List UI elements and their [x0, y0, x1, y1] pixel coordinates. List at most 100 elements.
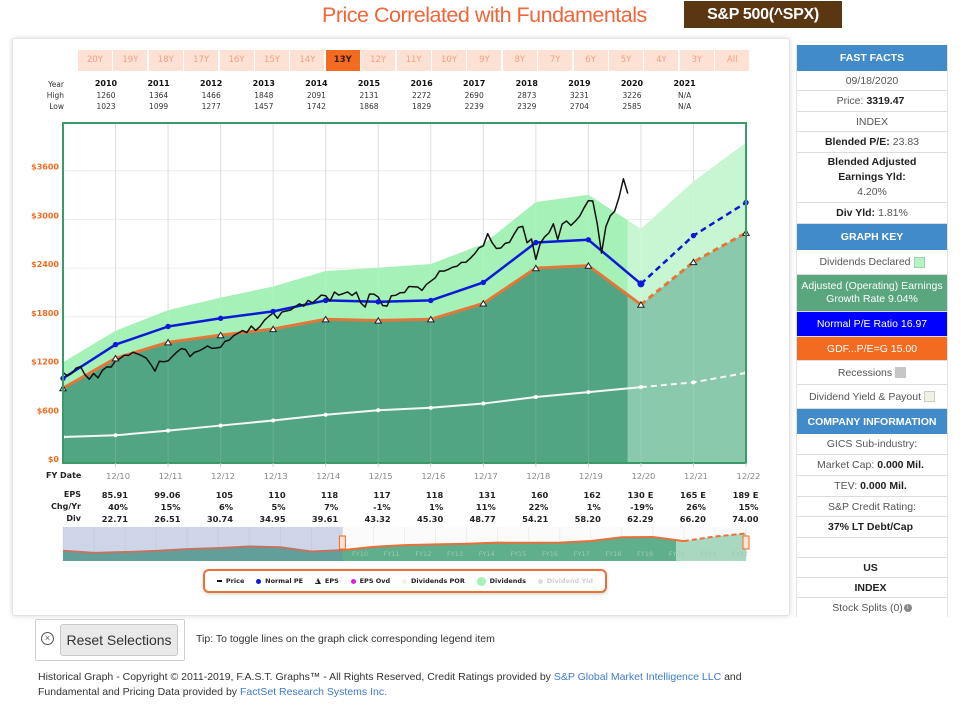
range-tab-4y[interactable]: 4Y: [644, 50, 679, 71]
stock-splits-row[interactable]: Stock Splits (0) i: [797, 598, 947, 617]
type-row: INDEX: [797, 578, 947, 598]
range-tab-13y[interactable]: 13Y: [325, 50, 360, 71]
graph-key-recessions[interactable]: Recessions: [797, 361, 947, 385]
range-tab-7y[interactable]: 7Y: [538, 50, 573, 71]
reset-selections-button[interactable]: Reset Selections: [60, 624, 178, 656]
graph-key-header: GRAPH KEY: [797, 224, 947, 250]
fy-date-cell: 12/12: [211, 471, 236, 481]
normal-pe-point[interactable]: [322, 297, 329, 304]
normal-pe-point[interactable]: [217, 315, 224, 321]
navigator-left-handle[interactable]: [338, 535, 346, 550]
legend-item-dividend-yld[interactable]: Dividend Yld: [537, 577, 593, 585]
legend-item-normal-pe[interactable]: Normal PE: [256, 577, 303, 585]
page-title: Price Correlated with Fundamentals: [322, 3, 647, 27]
chg-yr-cell: 26%: [686, 502, 706, 512]
navigator-right-handle[interactable]: [742, 535, 750, 550]
range-tab-all[interactable]: All: [715, 50, 750, 71]
range-tab-19y[interactable]: 19Y: [113, 50, 148, 71]
price-row: Price: 3319.47: [797, 91, 947, 112]
legend-item-dividends[interactable]: Dividends: [476, 576, 526, 586]
earnings-yield-label-2: Earnings Yld:: [838, 171, 906, 183]
dividend-yield-swatch-icon: [924, 391, 936, 402]
low-cell: 1457: [254, 102, 274, 111]
country-value: US: [863, 561, 878, 574]
legend-item-price[interactable]: Price: [216, 577, 244, 585]
low-cell: 1742: [306, 102, 326, 111]
chg-yr-cell: 22%: [528, 502, 549, 512]
div-cell: 45.30: [416, 514, 444, 524]
range-tab-20y[interactable]: 20Y: [78, 50, 112, 71]
range-tab-17y[interactable]: 17Y: [184, 50, 219, 71]
normal-pe-point[interactable]: [637, 280, 645, 288]
low-cell: 1277: [201, 102, 221, 111]
legend-label: Dividends POR: [410, 577, 465, 585]
recessions-label: Recessions: [837, 366, 893, 379]
legend-item-eps-ovd[interactable]: EPS Ovd: [350, 577, 390, 585]
div-cell: 58.20: [574, 514, 601, 524]
range-tab-12y[interactable]: 12Y: [361, 50, 396, 71]
stock-splits-label: Stock Splits (0): [832, 601, 903, 614]
range-navigator[interactable]: FY10 FY11 FY12 FY13 FY14 FY15 FY16 FY17 FY18 FY19…: [62, 527, 750, 561]
fy-date-cell: 12/21: [684, 471, 708, 481]
year-cell: 2011: [147, 79, 170, 88]
market-cap-value: 0.000 Mil.: [877, 459, 924, 471]
fast-facts-date: 09/18/2020: [797, 71, 947, 91]
div-cell: 74.00: [732, 514, 759, 524]
legend-label: Normal PE: [265, 577, 304, 585]
high-cell: 2873: [517, 91, 537, 100]
range-tab-18y[interactable]: 18Y: [148, 50, 183, 71]
info-icon[interactable]: i: [903, 603, 912, 612]
range-tab-8y[interactable]: 8Y: [502, 50, 537, 71]
normal-pe-point[interactable]: [480, 279, 487, 286]
graph-key-gdf[interactable]: GDF...P/E=G 15.00: [797, 337, 947, 361]
low-cell: 1099: [149, 102, 169, 111]
normal-pe-point[interactable]: [112, 341, 119, 348]
chg-yr-cell: 5%: [271, 502, 286, 512]
y-tick-label: $600: [37, 406, 60, 415]
sp-global-link[interactable]: S&P Global Market Intelligence LLC: [554, 671, 721, 683]
circle-x-icon[interactable]: ×: [41, 632, 54, 645]
high-cell: 2091: [306, 91, 326, 100]
normal-pe-point[interactable]: [690, 232, 697, 239]
range-tab-15y[interactable]: 15Y: [255, 50, 289, 71]
legend-item-dividends-por[interactable]: Dividends POR: [401, 577, 465, 585]
div-yield-label: Div Yld:: [836, 207, 876, 219]
dividends-por-point: [323, 412, 328, 417]
graph-key-normal-pe[interactable]: Normal P/E Ratio 16.97: [797, 312, 947, 337]
security-type-row: INDEX: [797, 112, 947, 132]
low-cell: 1829: [412, 102, 432, 111]
graph-key-earnings-growth[interactable]: Adjusted (Operating) Earnings Growth Rat…: [797, 275, 947, 312]
dividend-yield-payout-label: Dividend Yield & Payout: [808, 390, 922, 403]
factset-link[interactable]: FactSet Research Systems Inc.: [240, 686, 387, 698]
chg-yr-cell: 15%: [160, 502, 181, 512]
normal-pe-point[interactable]: [428, 297, 434, 304]
debt-cap-value: 37% LT Debt/Cap: [828, 521, 913, 533]
dividends-por-point: [376, 408, 381, 413]
graph-key-dividends-declared[interactable]: Dividends Declared: [797, 250, 947, 275]
earnings-yield-value: 4.20%: [857, 186, 887, 198]
fy-date-cell: 12/20: [631, 471, 656, 481]
range-tab-16y[interactable]: 16Y: [219, 50, 254, 71]
range-tab-11y[interactable]: 11Y: [396, 50, 431, 71]
range-tab-9y[interactable]: 9Y: [467, 50, 502, 71]
range-tab-3y[interactable]: 3Y: [679, 50, 714, 71]
range-tab-10y[interactable]: 10Y: [432, 50, 466, 71]
normal-pe-point[interactable]: [533, 239, 539, 246]
normal-pe-point[interactable]: [270, 308, 276, 315]
normal-pe-point[interactable]: [165, 323, 171, 330]
normal-pe-point[interactable]: [585, 237, 592, 243]
security-type: INDEX: [855, 115, 889, 128]
dividends-por-point: [691, 380, 696, 385]
graph-key-dividend-yield-payout[interactable]: Dividend Yield & Payout: [797, 385, 947, 409]
range-tab-14y[interactable]: 14Y: [290, 50, 325, 71]
normal-pe-point[interactable]: [375, 299, 381, 305]
range-tab-6y[interactable]: 6Y: [573, 50, 608, 71]
legend-item-eps[interactable]: EPS: [314, 577, 339, 585]
eps-cell: 189 E: [732, 490, 759, 500]
y-tick-label: $0: [48, 455, 60, 464]
range-tab-5y[interactable]: 5Y: [609, 50, 643, 71]
type-value: INDEX: [854, 581, 887, 594]
price-fundamentals-chart[interactable]: $0 $600 $1200 $1800 $2400 $3000 $3600: [20, 115, 760, 470]
navigator-unselected-mask[interactable]: [63, 527, 343, 561]
data-provider-text: Fundamental and Pricing Data provided by: [38, 686, 240, 698]
